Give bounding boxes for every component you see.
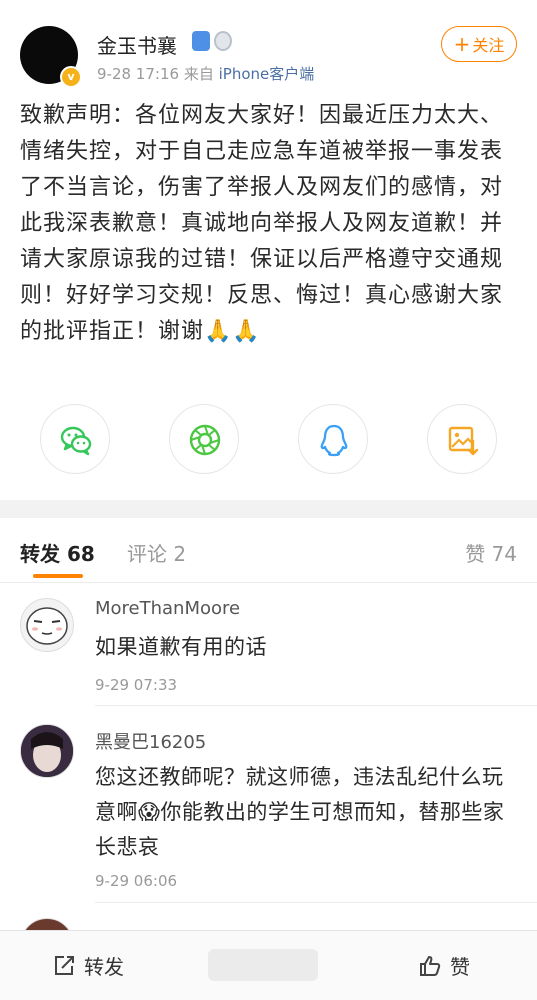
post-source: iPhone客户端 [218, 65, 315, 83]
post-body: 致歉声明：各位网友大家好！因最近压力太大、情绪失控，对于自己走应急车道被举报一事… [20, 103, 504, 344]
comment-author[interactable]: MoreThanMoore [95, 598, 240, 619]
comment-divider [95, 902, 537, 903]
like-button[interactable]: 赞 [418, 951, 470, 980]
post-text: 致歉声明：各位网友大家好！因最近压力太大、情绪失控，对于自己走应急车道被举报一事… [20, 98, 520, 350]
repost-button[interactable]: 转发 [52, 951, 124, 980]
tab-repost[interactable]: 转发 68 [20, 538, 95, 567]
save-image-button[interactable] [427, 404, 497, 474]
comment-text: 您这还教師呢？就这师德，违法乱纪什么玩意啊😱你能教出的学生可想而知，替那些家长悲… [95, 765, 505, 859]
post-time: 9-28 17:16 [97, 65, 180, 83]
avatar[interactable] [20, 598, 74, 652]
blurred-comment-button[interactable] [208, 949, 318, 981]
share-qq-button[interactable] [298, 404, 368, 474]
author-name[interactable]: 金玉书襄 [97, 30, 177, 59]
moments-icon [189, 424, 221, 456]
post-meta: 9-28 17:16 来自 iPhone客户端 [97, 63, 314, 84]
user-badges [192, 31, 232, 51]
user-photo-icon [21, 725, 73, 777]
cartoon-face-icon [26, 607, 68, 645]
active-tab-indicator [33, 574, 83, 578]
share-wechat-button[interactable] [40, 404, 110, 474]
wechat-icon [60, 426, 92, 456]
follow-label: 关注 [472, 36, 505, 55]
comment-author[interactable]: 黑曼巴16205 [95, 728, 206, 754]
source-prefix: 来自 [183, 65, 214, 83]
verified-badge-icon: v [60, 66, 82, 88]
vip-badge-icon [192, 31, 210, 51]
like-label: 赞 [450, 955, 470, 979]
repost-icon [55, 955, 74, 975]
qq-icon [320, 424, 348, 457]
medal-badge-icon [214, 31, 232, 51]
avatar[interactable] [20, 724, 74, 778]
tabs-border [0, 582, 537, 583]
pray-emoji: 🙏🙏 [204, 319, 261, 344]
tab-like[interactable]: 赞 74 [465, 538, 517, 567]
bottom-action-bar: 转发 赞 [0, 930, 537, 1000]
section-divider [0, 500, 537, 518]
comment-divider [95, 705, 537, 706]
interaction-tabs: 转发 68 评论 2 赞 74 [0, 518, 537, 582]
comment-time: 9-29 06:06 [95, 872, 178, 890]
repost-label: 转发 [84, 955, 124, 979]
follow-button[interactable]: + 关注 [441, 26, 517, 62]
post-header: v 金玉书襄 9-28 17:16 来自 iPhone客户端 + 关注 [0, 0, 537, 95]
plus-icon: + [453, 32, 471, 56]
thumbs-up-icon [420, 955, 441, 976]
save-image-icon [448, 426, 479, 456]
share-moments-button[interactable] [169, 404, 239, 474]
tab-comment[interactable]: 评论 2 [127, 538, 186, 567]
comment-text: 如果道歉有用的话 [95, 635, 267, 659]
comment-time: 9-29 07:33 [95, 676, 178, 694]
share-row [0, 404, 537, 480]
